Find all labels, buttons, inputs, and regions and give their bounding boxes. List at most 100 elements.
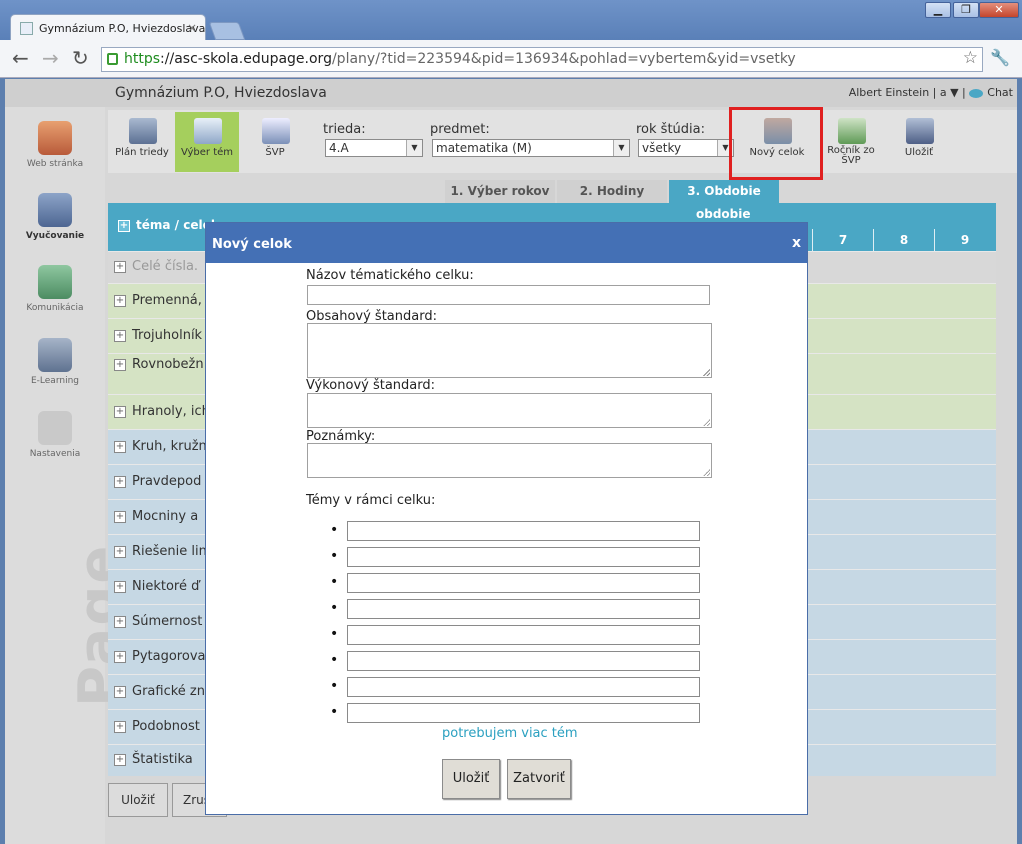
row-title: Rovnobežn	[132, 357, 204, 372]
people-icon	[38, 265, 72, 299]
expand-icon[interactable]: +	[114, 440, 126, 453]
tema-input[interactable]	[347, 677, 700, 697]
table-icon	[262, 118, 290, 144]
calendar-icon	[838, 118, 866, 144]
tema-input[interactable]	[347, 599, 700, 619]
back-arrow-icon[interactable]: ←	[12, 48, 29, 68]
nav-label: E-Learning	[30, 376, 79, 386]
nav-web-stranka[interactable]: Web stránka	[5, 121, 105, 169]
monitor-icon	[38, 338, 72, 372]
expand-icon[interactable]: +	[114, 580, 126, 593]
column-tema[interactable]: + téma / celok	[118, 218, 219, 232]
tab-obdobie[interactable]: 3. Obdobie	[669, 180, 779, 203]
row-title: Riešenie lin	[132, 544, 207, 559]
nazov-input[interactable]	[307, 285, 710, 305]
checklist-icon	[194, 118, 222, 144]
expand-icon[interactable]: +	[114, 615, 126, 628]
vykonovy-standard-textarea[interactable]	[307, 393, 712, 428]
trieda-select[interactable]: 4.A ▼	[325, 139, 423, 157]
nazov-label: Názov tématického celku:	[306, 268, 474, 283]
predmet-select[interactable]: matematika (M) ▼	[432, 139, 630, 157]
ulozit-toolbar-button[interactable]: Uložiť	[887, 112, 951, 172]
app-toolbar: Plán triedy Výber tém ŠVP trieda: 4.A ▼ p…	[108, 110, 1017, 173]
expand-icon[interactable]: +	[114, 294, 126, 307]
forward-arrow-icon[interactable]: →	[42, 48, 59, 68]
nav-vyucovanie[interactable]: Vyučovanie	[5, 193, 105, 241]
user-menu[interactable]: Albert Einstein | a ▼ | Chat	[849, 86, 1013, 99]
expand-icon[interactable]: +	[114, 510, 126, 523]
left-navigation: Web stránka Vyučovanie Komunikácia E-Lea…	[5, 107, 132, 844]
new-tab-button[interactable]	[208, 22, 246, 40]
trieda-value: 4.A	[329, 141, 349, 155]
column-period: 8	[873, 229, 934, 251]
predmet-value: matematika (M)	[436, 141, 532, 155]
close-icon[interactable]: x	[792, 235, 801, 251]
row-title: Mocniny a	[132, 509, 199, 524]
tema-input[interactable]	[347, 703, 700, 723]
nav-label: Komunikácia	[26, 303, 84, 313]
tab-hodiny[interactable]: 2. Hodiny	[557, 180, 667, 203]
nav-nastavenia[interactable]: Nastavenia	[5, 411, 105, 459]
lock-icon	[107, 53, 118, 65]
plan-triedy-button[interactable]: Plán triedy	[110, 112, 174, 172]
nav-komunikacia[interactable]: Komunikácia	[5, 265, 105, 313]
address-bar[interactable]: https://asc-skola.edupage.org/plany/?tid…	[101, 47, 983, 72]
window-close-button[interactable]: ✕	[979, 2, 1019, 18]
expand-icon[interactable]: +	[114, 685, 126, 698]
reload-icon[interactable]: ↻	[72, 48, 89, 68]
expand-icon[interactable]: +	[114, 545, 126, 558]
expand-icon[interactable]: +	[114, 261, 126, 273]
list-bullet: •	[330, 600, 339, 616]
vyber-tem-button[interactable]: Výber tém	[175, 112, 239, 172]
gear-icon	[38, 411, 72, 445]
page-favicon-icon	[20, 22, 33, 35]
rok-studia-select[interactable]: všetky ▼	[638, 139, 734, 157]
tema-input[interactable]	[347, 651, 700, 671]
tema-input[interactable]	[347, 547, 700, 567]
poznamky-textarea[interactable]	[307, 443, 712, 478]
chat-link[interactable]: Chat	[987, 86, 1013, 99]
bookmark-star-icon[interactable]: ☆	[963, 47, 978, 70]
row-title: Pytagorova	[132, 649, 206, 664]
obsahovy-standard-textarea[interactable]	[307, 323, 712, 378]
close-button[interactable]: Zatvoriť	[507, 759, 571, 799]
chat-icon[interactable]	[969, 88, 984, 98]
wrench-icon[interactable]: 🔧	[990, 48, 1010, 67]
user-name[interactable]: Albert Einstein | a ▼ |	[849, 86, 966, 99]
expand-icon[interactable]: +	[114, 720, 126, 733]
row-title: Niektoré ď	[132, 579, 200, 594]
expand-icon[interactable]: +	[114, 405, 126, 418]
nav-elearning[interactable]: E-Learning	[5, 338, 105, 386]
row-title: Súmernost	[132, 614, 203, 629]
column-period: 7	[812, 229, 873, 251]
maximize-button[interactable]: ❐	[953, 2, 979, 18]
button-label: Uložiť	[904, 147, 934, 158]
rok-studia-value: všetky	[642, 141, 682, 155]
more-topics-link[interactable]: potrebujem viac tém	[442, 726, 578, 741]
tema-input[interactable]	[347, 625, 700, 645]
svp-button[interactable]: ŠVP	[243, 112, 307, 172]
expand-all-icon[interactable]: +	[118, 219, 130, 232]
dialog-titlebar: Nový celok x	[206, 223, 807, 263]
save-button[interactable]: Uložiť	[108, 783, 168, 817]
button-label: Ročník zo ŠVP	[827, 145, 875, 166]
row-title: Premenná,	[132, 293, 202, 308]
expand-icon[interactable]: +	[114, 359, 126, 371]
expand-icon[interactable]: +	[114, 650, 126, 663]
tab-close-icon[interactable]: ×	[187, 21, 197, 35]
chevron-down-icon: ▼	[406, 140, 422, 156]
expand-icon[interactable]: +	[114, 754, 126, 766]
row-title: Hranoly, ich	[132, 404, 210, 419]
tema-input[interactable]	[347, 521, 700, 541]
rok-studia-label: rok štúdia:	[636, 122, 705, 137]
save-button[interactable]: Uložiť	[442, 759, 500, 799]
tab-vyber-rokov[interactable]: 1. Výber rokov	[445, 180, 555, 203]
minimize-button[interactable]: ▁	[925, 2, 951, 18]
expand-icon[interactable]: +	[114, 329, 126, 342]
browser-tab[interactable]: Gymnázium P.O, Hviezdoslava ×	[10, 14, 206, 40]
books-icon	[38, 193, 72, 227]
expand-icon[interactable]: +	[114, 475, 126, 488]
tema-input[interactable]	[347, 573, 700, 593]
rocnik-zo-svp-button[interactable]: Ročník zo ŠVP	[819, 112, 883, 172]
row-title: Pravdepod	[132, 474, 202, 489]
